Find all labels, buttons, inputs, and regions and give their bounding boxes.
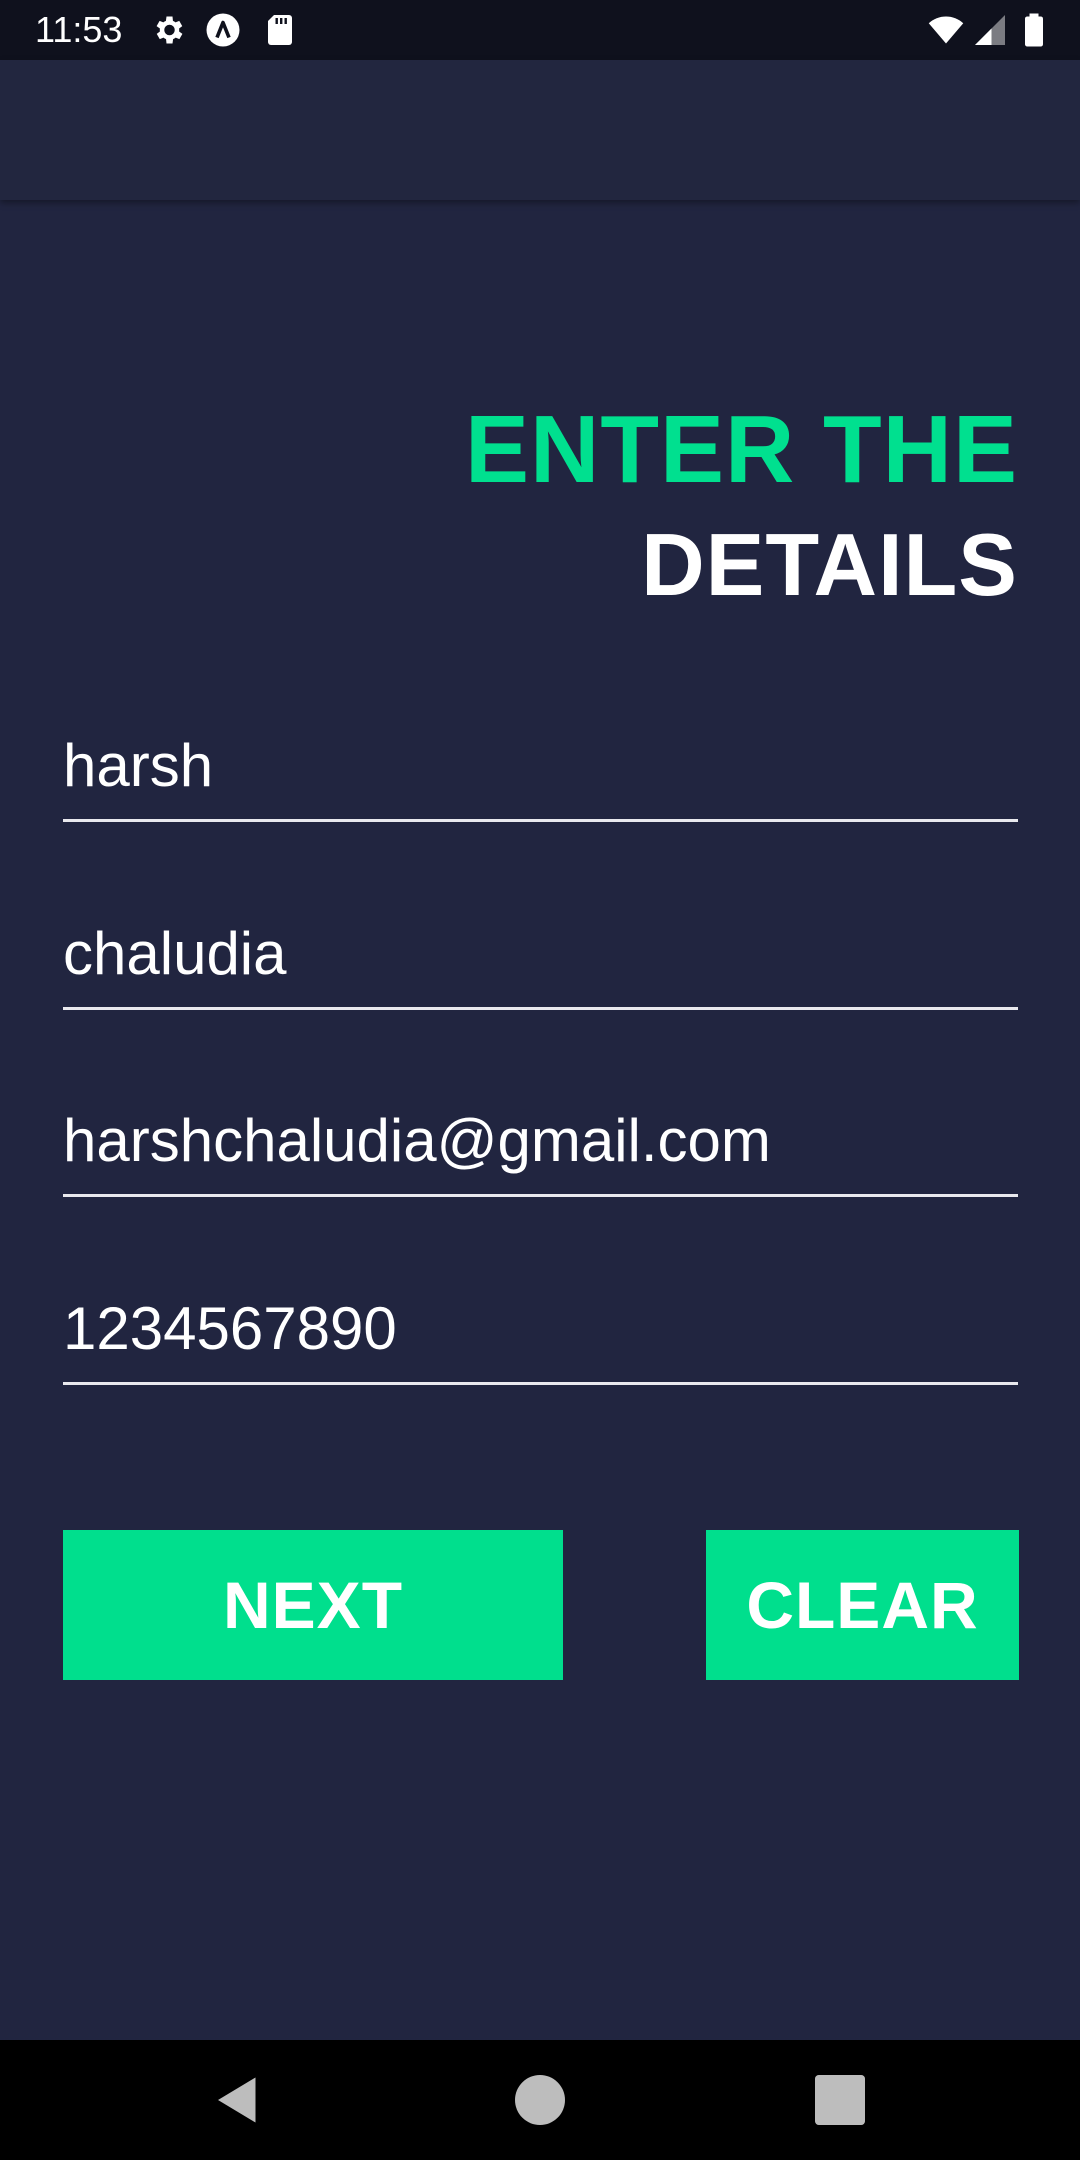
app-bar [0, 60, 1080, 200]
email-field-container [63, 1087, 1018, 1197]
first-name-field[interactable] [63, 712, 1018, 819]
last-name-field[interactable] [63, 900, 1018, 1007]
back-icon[interactable] [208, 2070, 268, 2130]
battery-icon [1016, 12, 1052, 48]
status-time: 11:53 [35, 9, 123, 50]
sd-card-icon [262, 12, 298, 48]
email-field[interactable] [63, 1087, 1018, 1194]
page-title: ENTER THE DETAILS [465, 390, 1018, 620]
title-line-enter-the: ENTER THE [464, 396, 1018, 503]
first-name-field-container [63, 712, 1018, 822]
clear-button[interactable]: CLEAR [706, 1530, 1019, 1680]
phone-field-container [63, 1275, 1018, 1385]
title-line-details: DETAILS [641, 515, 1018, 614]
navigation-bar [0, 2040, 1080, 2160]
next-button[interactable]: NEXT [63, 1530, 563, 1680]
gear-icon [150, 12, 186, 48]
phone-field[interactable] [63, 1275, 1018, 1382]
app-notification-icon [205, 12, 241, 48]
screen: 11:53 ENTER THE DETAILS harsh chaludia h… [0, 0, 1080, 2160]
status-bar: 11:53 [0, 0, 1080, 60]
recents-icon[interactable] [810, 2070, 870, 2130]
home-icon[interactable] [510, 2070, 570, 2130]
signal-icon [972, 12, 1008, 48]
wifi-icon [928, 12, 964, 48]
last-name-field-container [63, 900, 1018, 1010]
